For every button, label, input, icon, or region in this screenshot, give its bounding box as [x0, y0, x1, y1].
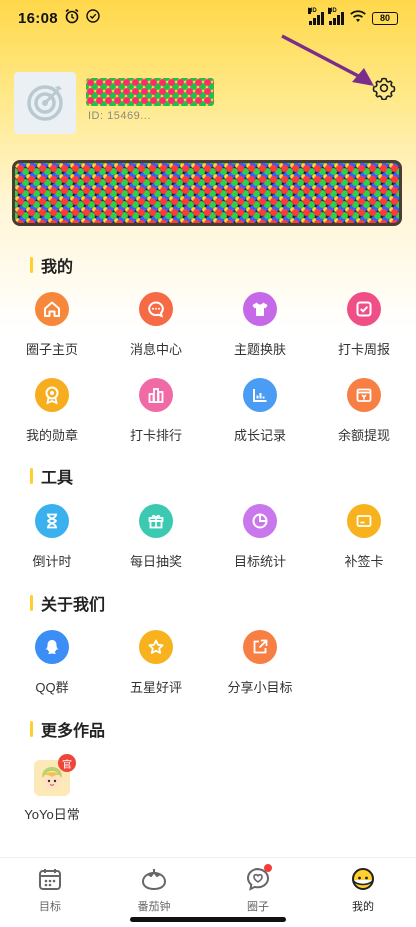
grid-item-growth-record[interactable]: 成长记录 — [208, 378, 312, 444]
grid-item-message-center[interactable]: 消息中心 — [104, 292, 208, 358]
grid-label: 主题换肤 — [233, 342, 286, 357]
grid-item-daily-lottery[interactable]: 每日抽奖 — [104, 504, 208, 570]
grid-label: 五星好评 — [129, 680, 182, 695]
avatar[interactable] — [14, 72, 76, 134]
home-icon — [35, 292, 69, 326]
annotation-arrow — [281, 34, 374, 86]
grid-item-theme-skin[interactable]: 主题换肤 — [208, 292, 312, 358]
grid-label: 分享小目标 — [227, 680, 293, 695]
tab-label: 番茄钟 — [137, 901, 171, 913]
tab-label: 目标 — [39, 901, 61, 913]
tab-mine[interactable]: 我的 — [323, 866, 403, 914]
grid-label: 目标统计 — [233, 554, 286, 569]
tshirt-icon — [243, 292, 277, 326]
grid-label: 打卡周报 — [337, 342, 390, 357]
tab-goals[interactable]: 目标 — [10, 866, 90, 914]
official-badge: 官 — [58, 754, 76, 772]
grid-item-five-star-review[interactable]: 五星好评 — [104, 630, 208, 696]
home-indicator[interactable] — [130, 917, 286, 922]
grid-item-goal-stats[interactable]: 目标统计 — [208, 504, 312, 570]
tab-circle[interactable]: 圈子 — [218, 864, 298, 914]
grid-item-countdown[interactable]: 倒计时 — [0, 504, 104, 570]
grid-label: 打卡排行 — [129, 428, 182, 443]
hourglass-icon — [35, 504, 69, 538]
alarm-icon — [64, 8, 80, 28]
section-title-mine: 我的 — [30, 253, 73, 277]
profile-face-icon — [352, 868, 374, 890]
calendar-icon — [39, 869, 61, 890]
tab-pomodoro[interactable]: 番茄钟 — [114, 866, 194, 914]
tomato-icon — [141, 869, 167, 891]
grid-label: 补签卡 — [344, 554, 384, 569]
grid-label: 余额提现 — [337, 428, 390, 443]
app-label: YoYo日常 — [24, 807, 80, 822]
grid-label: 每日抽奖 — [129, 554, 182, 569]
user-id: ID: 15469... — [88, 110, 151, 122]
username-redacted[interactable] — [86, 78, 214, 106]
app-item-yoyo[interactable]: 官 YoYo日常 — [0, 754, 104, 823]
grid-item-checkin-ranking[interactable]: 打卡排行 — [104, 378, 208, 444]
medal-icon — [35, 378, 69, 412]
card-icon — [347, 504, 381, 538]
app-notification-icon — [86, 9, 100, 27]
wifi-icon — [349, 9, 367, 27]
grid-label: 倒计时 — [32, 554, 72, 569]
battery-level: 80 — [379, 13, 390, 23]
grid-item-my-medals[interactable]: 我的勋章 — [0, 378, 104, 444]
grid-item-balance-withdraw[interactable]: 余额提现 — [312, 378, 416, 444]
gift-icon — [139, 504, 173, 538]
qq-icon — [35, 630, 69, 664]
grid-item-share[interactable]: 分享小目标 — [208, 630, 312, 696]
grid-label: 圈子主页 — [25, 342, 78, 357]
grid-item-weekly-report[interactable]: 打卡周报 — [312, 292, 416, 358]
grid-label: QQ群 — [35, 680, 69, 695]
notification-dot — [264, 864, 272, 872]
check-square-icon — [347, 292, 381, 326]
message-icon — [139, 292, 173, 326]
section-title-about: 关于我们 — [30, 591, 105, 615]
grid-label: 成长记录 — [233, 428, 286, 443]
wallet-icon — [347, 378, 381, 412]
star-icon — [139, 630, 173, 664]
tab-label: 圈子 — [247, 901, 269, 913]
target-icon — [27, 85, 63, 121]
grid-item-circle-home[interactable]: 圈子主页 — [0, 292, 104, 358]
signal-icon: HD — [328, 8, 344, 25]
growth-chart-icon — [243, 378, 277, 412]
battery-icon: 80 — [372, 11, 398, 25]
app-thumbnail: 官 — [34, 754, 76, 796]
banner-redacted[interactable] — [12, 160, 402, 226]
grid-item-makeup-card[interactable]: 补签卡 — [312, 504, 416, 570]
signal-icon: HD — [308, 8, 324, 25]
bar-chart-icon — [139, 378, 173, 412]
status-time: 16:08 — [18, 9, 58, 27]
grid-item-qq-group[interactable]: QQ群 — [0, 630, 104, 696]
pie-chart-icon — [243, 504, 277, 538]
section-title-more-works: 更多作品 — [30, 717, 105, 741]
grid-label: 消息中心 — [129, 342, 182, 357]
tab-label: 我的 — [352, 901, 374, 913]
section-title-tools: 工具 — [30, 464, 73, 488]
share-icon — [243, 630, 277, 664]
grid-label: 我的勋章 — [25, 428, 78, 443]
